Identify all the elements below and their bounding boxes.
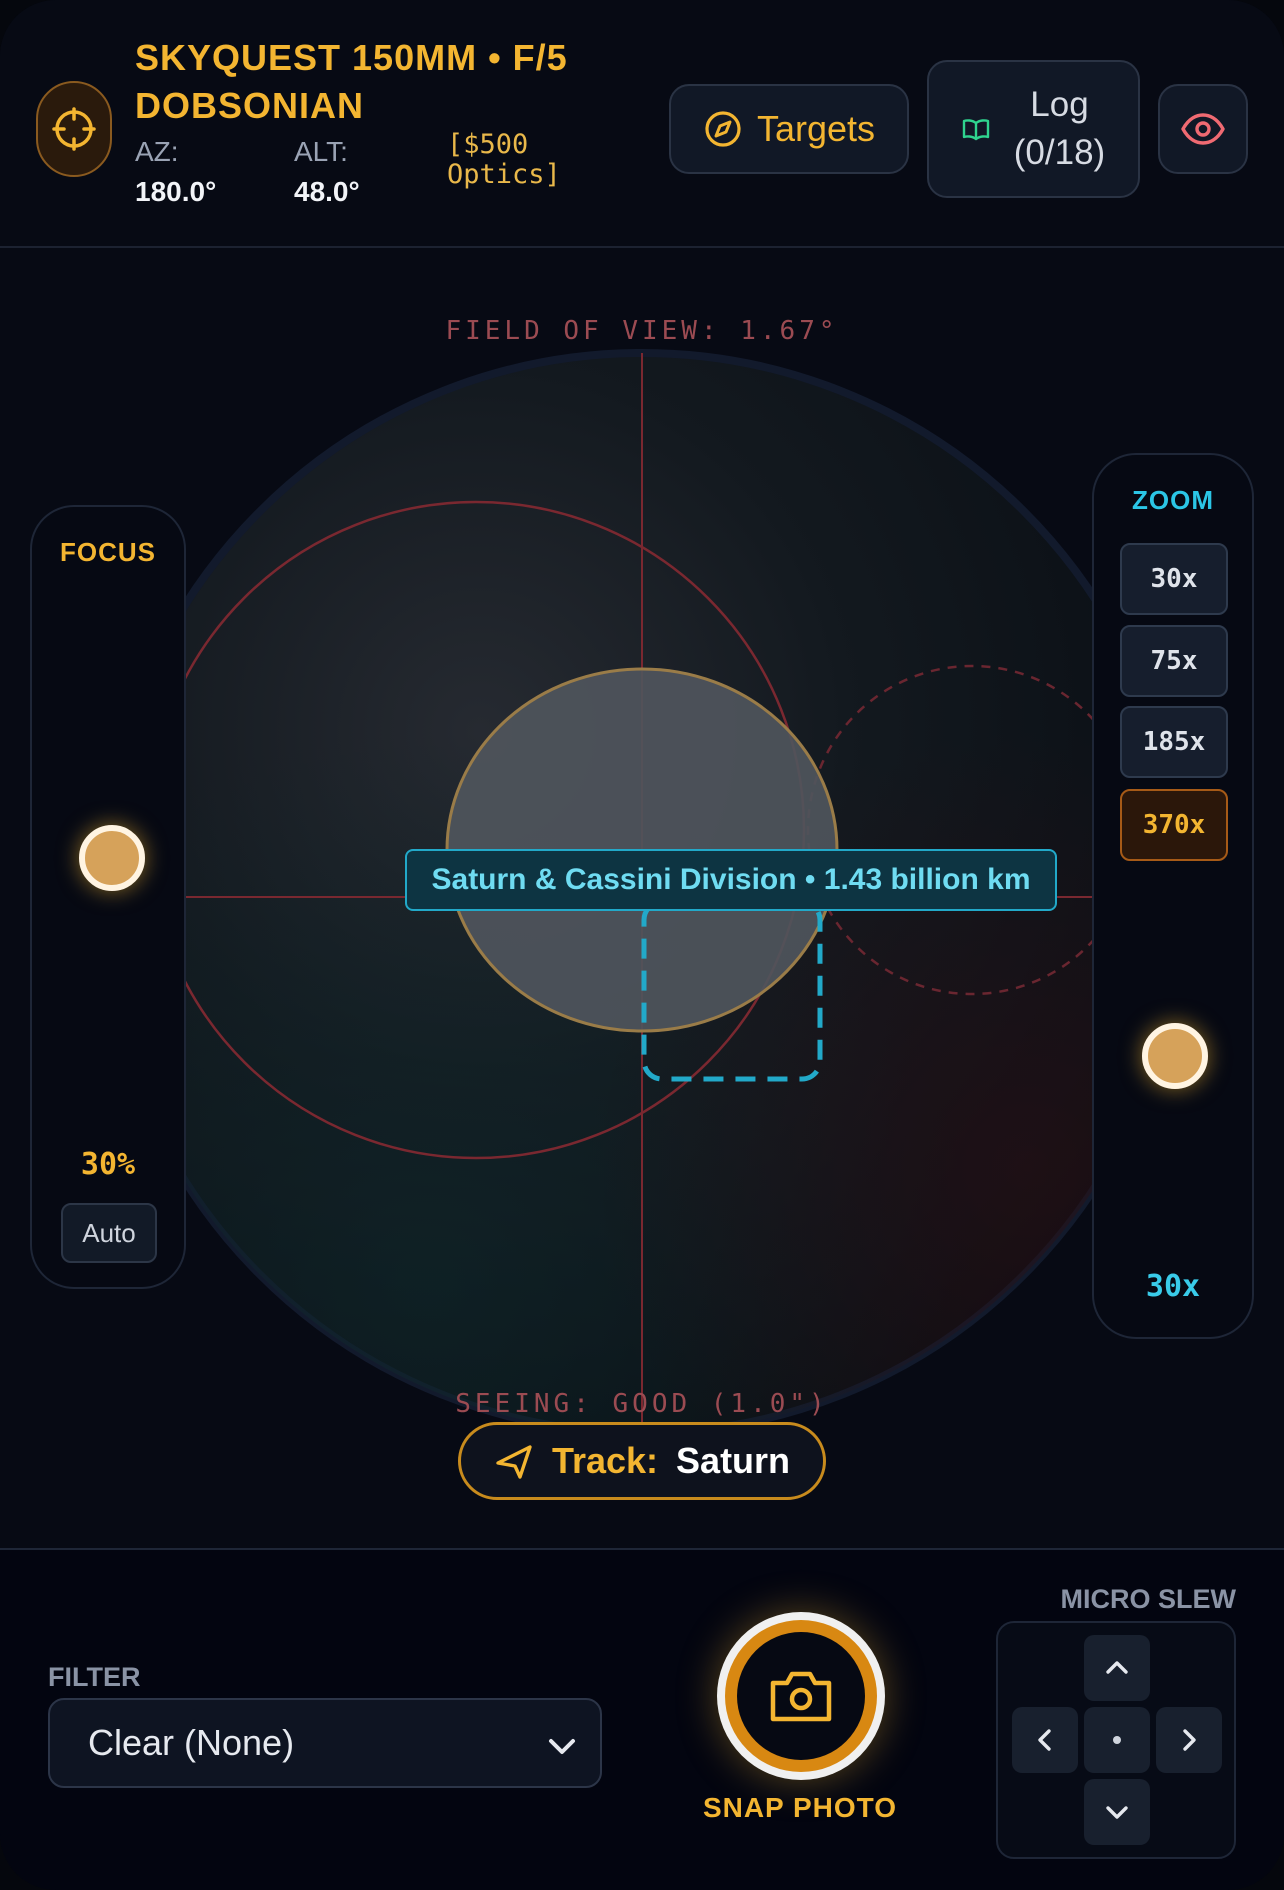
altitude-readout: ALT: 48.0° [294,132,360,212]
field-of-view-label: FIELD OF VIEW: 1.67° [445,316,839,346]
focus-title: FOCUS [60,537,156,567]
compass-icon [705,111,741,147]
log-button[interactable]: Log (0/18) [927,60,1140,198]
zoom-title: ZOOM [1132,485,1214,515]
chevron-down-icon [549,1739,575,1754]
slew-up-button[interactable] [1084,1635,1150,1701]
altitude-value: 48.0° [294,176,360,207]
azimuth-label: AZ: [135,136,179,167]
seeing-label: SEEING: GOOD (1.0") [455,1389,829,1419]
micro-slew-label: MICRO SLEW [1060,1584,1237,1614]
targets-label: Targets [756,108,876,149]
camera-icon [770,1671,832,1722]
target-info-label: Saturn & Cassini Division • 1.43 billion… [405,849,1057,911]
snap-photo-button[interactable] [717,1612,885,1780]
micro-slew-pad [996,1621,1236,1859]
zoom-370x-button[interactable]: 370x [1120,789,1228,861]
scope-badge[interactable] [36,81,112,177]
log-count: (0/18) [1013,133,1106,172]
telescope-title: SKYQUEST 150MM • F/5 DOBSONIAN [135,37,568,126]
visibility-toggle-button[interactable] [1158,84,1248,174]
slew-right-button[interactable] [1156,1707,1222,1773]
track-value: Saturn [676,1440,791,1481]
optics-price-line2: Optics] [447,159,561,190]
header-bar: SKYQUEST 150MM • F/5 DOBSONIAN AZ: 180.0… [0,0,1284,248]
altitude-label: ALT: [294,136,348,167]
track-key: Track: [551,1440,659,1481]
center-dot-icon [1113,1736,1121,1744]
zoom-185x-button[interactable]: 185x [1120,706,1228,778]
slew-down-button[interactable] [1084,1779,1150,1845]
chevron-right-icon [1183,1729,1196,1751]
zoom-75x-button[interactable]: 75x [1120,625,1228,697]
filter-selected-value: Clear (None) [88,1722,295,1763]
azimuth-readout: AZ: 180.0° [135,132,216,212]
chevron-up-icon [1106,1661,1128,1674]
zoom-current-value: 30x [1145,1269,1201,1304]
zoom-panel: ZOOM 30x 75x 185x 370x 30x [1092,453,1254,1339]
slew-center-button[interactable] [1084,1707,1150,1773]
chevron-down-icon [1106,1806,1128,1819]
book-icon [962,119,989,141]
zoom-slider-handle[interactable] [1142,1023,1208,1089]
chevron-left-icon [1038,1729,1051,1751]
focus-value: 30% [80,1147,136,1182]
azimuth-value: 180.0° [135,176,217,207]
app-frame: SKYQUEST 150MM • F/5 DOBSONIAN AZ: 180.0… [0,0,1284,1890]
snap-photo-label: SNAP PHOTO [702,1792,898,1823]
auto-focus-button[interactable]: Auto [61,1203,157,1263]
focus-slider-handle[interactable] [79,825,145,891]
optics-price: [$500 Optics] [447,130,607,190]
crosshair-icon [52,107,96,151]
slew-left-button[interactable] [1012,1707,1078,1773]
targets-button[interactable]: Targets [669,84,909,174]
filter-label: FILTER [48,1662,141,1692]
log-label: Log [1030,85,1089,124]
filter-select[interactable]: Clear (None) [48,1698,602,1788]
focus-panel: FOCUS 30% Auto [30,505,186,1289]
track-target-button[interactable]: Track: Saturn [458,1422,826,1500]
navigation-arrow-icon [496,1445,532,1479]
zoom-30x-button[interactable]: 30x [1120,543,1228,615]
optics-price-line1: [$500 [447,129,529,160]
eye-icon [1181,113,1225,145]
